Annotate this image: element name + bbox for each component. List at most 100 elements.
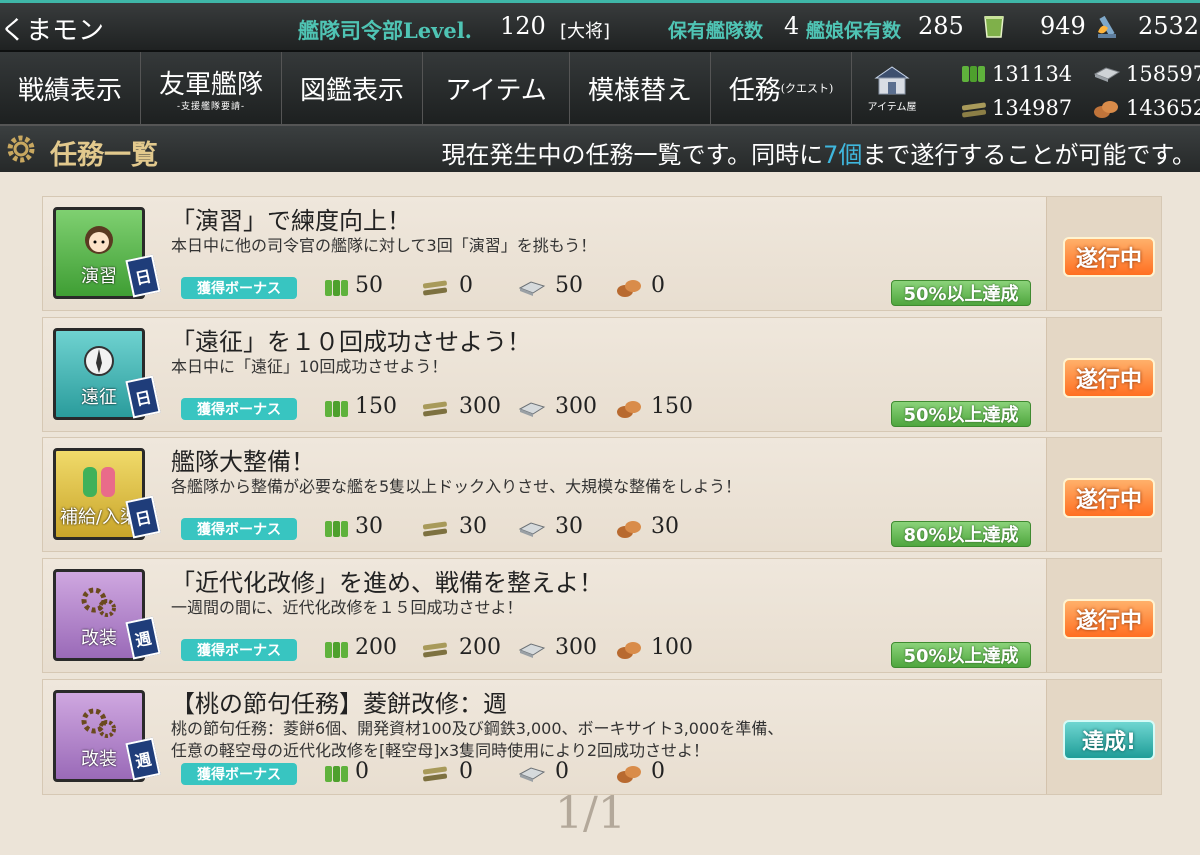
- admiral-nickname: くまモン: [0, 16, 105, 46]
- fuel-icon: [323, 764, 351, 784]
- nav-quests[interactable]: 任務 (クエスト): [711, 52, 852, 124]
- ammo-icon: [421, 764, 453, 784]
- quest-category-label: 改装: [81, 749, 117, 770]
- reward-ammo: 30: [459, 514, 487, 539]
- ammo-icon: [421, 278, 453, 298]
- instant-build-burner-icon: [1098, 15, 1116, 38]
- quest-status-divider: [1046, 438, 1047, 551]
- nav-quests-label: 任務: [728, 75, 781, 106]
- nav-furniture-label: 模様替え: [587, 75, 692, 106]
- quest-progress-badge: 50%以上達成: [891, 642, 1031, 668]
- nav-battle-record-label: 戦績表示: [17, 75, 122, 106]
- quest-description-line: 本日中に他の司令官の艦隊に対して3回「演習」を挑もう！: [171, 236, 597, 255]
- quest-description-line: 任意の軽空母の近代化改修を[軽空母]x3隻同時使用により2回成功させよ！: [171, 741, 709, 760]
- fuel-icon: [323, 519, 351, 539]
- reward-steel: 300: [555, 394, 597, 419]
- quest-description-line: 桃の節句任務：菱餅6個、開発資材100及び鋼鉄3,000、ボーキサイト3,000…: [171, 719, 784, 738]
- quest-description: 一週間の間に、近代化改修を１５回成功させよ！: [171, 597, 523, 619]
- nav-friend-fleet-label: 友軍艦隊: [158, 70, 263, 100]
- fleet-count-value: 4: [784, 12, 800, 40]
- top-status-bar: くまモン 艦隊司令部Level. 120 [大将] 保有艦隊数 4 艦娘保有数 …: [0, 0, 1200, 52]
- reward-bauxite: 150: [651, 394, 693, 419]
- ammo-icon: [421, 519, 453, 539]
- bauxite-count: 143652: [1126, 96, 1200, 120]
- repair-bucket-count: 949: [1040, 12, 1086, 40]
- item-shop-icon: [874, 65, 910, 94]
- supply-icon: [77, 461, 121, 501]
- reward-ammo: 200: [459, 635, 501, 660]
- reward-ammo: 300: [459, 394, 501, 419]
- main-nav-bar: 戦績表示 友軍艦隊 -支援艦隊要請- 図鑑表示 アイテム 模様替え 任務 (クエ…: [0, 52, 1200, 126]
- nav-items[interactable]: アイテム: [423, 52, 570, 124]
- bonus-label: 獲得ボーナス: [181, 763, 297, 785]
- quest-row[interactable]: 演習 日 「演習」で練度向上！ 本日中に他の司令官の艦隊に対して3回「演習」を挑…: [42, 196, 1162, 311]
- quest-row[interactable]: 改装 週 【桃の節句任務】菱餅改修：週 桃の節句任務：菱餅6個、開発資材100及…: [42, 679, 1162, 795]
- admiral-level-label: 艦隊司令部Level.: [298, 18, 472, 43]
- quest-status-button[interactable]: 遂行中: [1063, 477, 1155, 518]
- instant-build-burner-count: 2532: [1138, 12, 1200, 40]
- nav-friend-fleet-sub: -支援艦隊要請-: [176, 102, 246, 112]
- quest-description: 本日中に他の司令官の艦隊に対して3回「演習」を挑もう！: [171, 235, 596, 257]
- quest-description: 桃の節句任務：菱餅6個、開発資材100及び鋼鉄3,000、ボーキサイト3,000…: [171, 718, 783, 762]
- bonus-label: 獲得ボーナス: [181, 518, 297, 540]
- quest-row[interactable]: 遠征 日 「遠征」を１０回成功させよう！ 本日中に「遠征」10回成功させよう！ …: [42, 317, 1162, 432]
- quest-status-button[interactable]: 遂行中: [1063, 598, 1155, 639]
- quest-status-button[interactable]: 遂行中: [1063, 236, 1155, 277]
- nav-quests-sub: (クエスト): [780, 82, 834, 95]
- reward-fuel: 30: [355, 514, 383, 539]
- fuel-count: 131134: [992, 62, 1073, 86]
- nav-encyclopedia-label: 図鑑表示: [299, 75, 404, 106]
- quest-status-divider: [1046, 559, 1047, 672]
- quest-title: 「遠征」を１０回成功させよう！: [171, 328, 531, 356]
- reward-fuel: 0: [355, 759, 369, 784]
- quest-list-header: 任務一覧 現在発生中の任務一覧です。同時に7個まで遂行することが可能です。: [0, 126, 1200, 172]
- quest-progress-badge: 80%以上達成: [891, 521, 1031, 547]
- bauxite-icon: [615, 639, 643, 659]
- modernize-icon: [77, 703, 121, 743]
- reward-steel: 0: [555, 759, 569, 784]
- reward-steel: 50: [555, 273, 583, 298]
- nav-items-label: アイテム: [445, 75, 547, 106]
- reward-ammo: 0: [459, 273, 473, 298]
- quest-category-label: 改装: [81, 628, 117, 649]
- quest-category-label: 演習: [81, 266, 117, 287]
- quest-status-button[interactable]: 遂行中: [1063, 357, 1155, 398]
- nav-encyclopedia[interactable]: 図鑑表示: [282, 52, 423, 124]
- page-indicator: 1/1: [555, 788, 626, 839]
- quest-limit-info: 現在発生中の任務一覧です。同時に7個まで遂行することが可能です。: [442, 135, 1197, 170]
- bauxite-icon: [615, 518, 643, 538]
- quest-row[interactable]: 補給/入渠 日 艦隊大整備！ 各艦隊から整備が必要な艦を5隻以上ドック入りさせ、…: [42, 437, 1162, 552]
- modernize-icon: [77, 582, 121, 622]
- item-shop-label: アイテム屋: [867, 101, 917, 113]
- quest-row[interactable]: 改装 週 「近代化改修」を進め、戦備を整えよ！ 一週間の間に、近代化改修を１５回…: [42, 558, 1162, 673]
- quest-description-line: 一週間の間に、近代化改修を１５回成功させよ！: [171, 598, 523, 617]
- gear-icon: [7, 135, 35, 163]
- quest-status-button[interactable]: 達成!: [1063, 720, 1155, 760]
- bauxite-icon: [615, 398, 643, 418]
- reward-fuel: 50: [355, 273, 383, 298]
- reward-bauxite: 30: [651, 514, 679, 539]
- quest-title: 艦隊大整備！: [171, 448, 315, 476]
- item-shop-button[interactable]: アイテム屋: [852, 52, 932, 124]
- expedition-icon: [77, 341, 121, 381]
- nav-friend-fleet[interactable]: 友軍艦隊 -支援艦隊要請-: [141, 52, 282, 124]
- nav-furniture[interactable]: 模様替え: [570, 52, 711, 124]
- quest-category-label: 遠征: [81, 387, 117, 408]
- quest-title: 【桃の節句任務】菱餅改修：週: [171, 690, 507, 718]
- quest-limit-info-pre: 現在発生中の任務一覧です。同時に: [441, 141, 824, 169]
- steel-icon: [1093, 67, 1121, 82]
- bauxite-icon: [615, 277, 643, 297]
- quest-description: 本日中に「遠征」10回成功させよう！: [171, 356, 447, 378]
- quest-progress-badge: 50%以上達成: [891, 280, 1031, 306]
- fuel-icon: [962, 66, 985, 82]
- exercise-icon: [77, 220, 121, 260]
- quest-status-divider: [1046, 680, 1047, 794]
- reward-bauxite: 0: [651, 759, 665, 784]
- repair-bucket-icon: [984, 16, 1004, 38]
- steel-icon: [517, 399, 549, 419]
- reward-bauxite: 100: [651, 635, 693, 660]
- admiral-rank: [大将]: [560, 21, 611, 42]
- nav-battle-record[interactable]: 戦績表示: [0, 52, 141, 124]
- fuel-icon: [323, 278, 351, 298]
- steel-icon: [517, 640, 549, 660]
